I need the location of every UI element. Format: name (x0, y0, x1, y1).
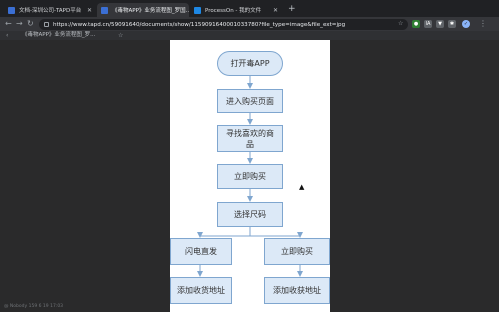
mouse-cursor-icon: ▲ (299, 183, 305, 191)
browser-toolbar: ← → ↻ https://www.tapd.cn/59091640/docum… (0, 17, 499, 31)
flowchart-image: 打开毒APP 进入购买页面 寻找喜欢的商品 立即购买 选择尺码 闪电直发 立即购… (170, 40, 330, 312)
flowchart-branch-flash-ship: 闪电直发 (170, 238, 232, 265)
new-tab-button[interactable]: + (288, 3, 296, 15)
green-extension-icon[interactable]: ● (412, 20, 420, 28)
tab-processon[interactable]: ProcessOn - 我的文件 ✕ (190, 3, 282, 17)
flowchart-step-buy-now: 立即购买 (217, 164, 283, 189)
menu-kebab-icon[interactable]: ⋮ (479, 19, 487, 29)
flowchart-start-node: 打开毒APP (217, 51, 283, 76)
tab-flowchart[interactable]: 《毒物APP》业务流程图_罗国... ✕ (97, 3, 189, 17)
flowchart-add-address-right: 添加收获地址 (264, 277, 330, 304)
tab-title: ProcessOn - 我的文件 (205, 8, 262, 14)
tab-tapd-docs[interactable]: 文档-深圳公司-TAPD平台 ✕ (4, 3, 96, 17)
lock-icon (44, 22, 49, 27)
tapd-favicon-icon (8, 6, 15, 14)
close-tab-icon[interactable]: ✕ (269, 7, 278, 14)
document-title: 《毒物APP》业务流程图_罗... (22, 32, 96, 38)
url-text: https://www.tapd.cn/59091640/documents/s… (53, 21, 346, 28)
bookmark-star-icon[interactable]: ☆ (398, 19, 403, 29)
flowchart-step-enter-purchase: 进入购买页面 (217, 89, 283, 113)
address-bar[interactable]: https://www.tapd.cn/59091640/documents/s… (39, 19, 408, 30)
flowchart-step-find-product: 寻找喜欢的商品 (217, 125, 283, 152)
flowchart-step-choose-size: 选择尺码 (217, 202, 283, 227)
tapd-favicon-icon (101, 6, 108, 14)
processon-favicon-icon (194, 6, 201, 14)
flowchart-add-address-left: 添加收货地址 (170, 277, 232, 304)
watermark-text: @ Nobody 159 6 19 17:03 (4, 304, 64, 309)
image-viewer: 打开毒APP 进入购买页面 寻找喜欢的商品 立即购买 选择尺码 闪电直发 立即购… (0, 40, 499, 312)
tab-title: 文档-深圳公司-TAPD平台 (19, 8, 82, 14)
back-arrow-icon[interactable]: ← (5, 19, 12, 29)
document-header: ‹ 《毒物APP》业务流程图_罗... ☆ (0, 31, 499, 40)
tab-strip: 文档-深圳公司-TAPD平台 ✕ 《毒物APP》业务流程图_罗国... ✕ Pr… (0, 0, 499, 17)
pin-extension-icon[interactable]: ▼ (436, 20, 444, 28)
forward-arrow-icon[interactable]: → (16, 19, 23, 29)
favorite-icon[interactable]: ☆ (118, 31, 123, 40)
close-tab-icon[interactable]: ✕ (83, 7, 92, 14)
flowchart-branch-buy-now: 立即购买 (264, 238, 330, 265)
profile-icon[interactable]: ✓ (462, 20, 470, 28)
puzzle-extension-icon[interactable]: ✱ (448, 20, 456, 28)
viewer-scrollbar[interactable] (495, 40, 499, 312)
ia-extension-icon[interactable]: IA (424, 20, 432, 28)
back-icon[interactable]: ‹ (6, 31, 8, 40)
tab-title: 《毒物APP》业务流程图_罗国... (112, 8, 189, 14)
reload-icon[interactable]: ↻ (27, 19, 34, 29)
